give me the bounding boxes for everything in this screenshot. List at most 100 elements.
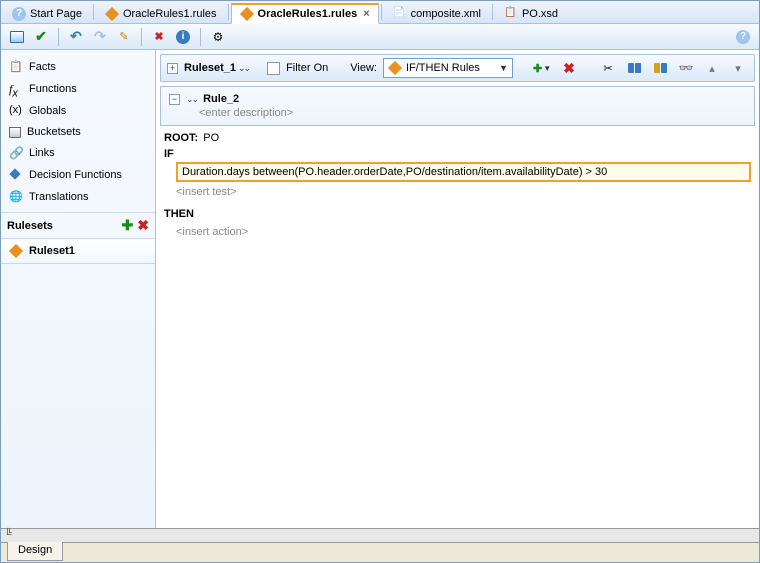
edit-button[interactable]: ✎ bbox=[114, 27, 134, 47]
tab-oraclerules1[interactable]: OracleRules1.rules bbox=[96, 3, 226, 24]
root-label: ROOT: bbox=[164, 132, 198, 144]
scissors-icon: ✂ bbox=[603, 62, 612, 75]
close-icon[interactable]: × bbox=[363, 8, 369, 20]
sidebar-item-globals[interactable]: (x) Globals bbox=[1, 100, 155, 122]
toolbar-separator bbox=[200, 28, 201, 46]
diamond-icon bbox=[105, 7, 119, 21]
settings-button[interactable]: ⚙ bbox=[208, 27, 228, 47]
sidebar-item-links[interactable]: 🔗 Links bbox=[1, 142, 155, 164]
sidebar-item-facts[interactable]: 📋 Facts bbox=[1, 56, 155, 78]
tab-label: Start Page bbox=[30, 8, 82, 20]
diamond-icon bbox=[9, 244, 23, 258]
tab-start-page[interactable]: ? Start Page bbox=[3, 3, 91, 24]
condition-row[interactable]: Duration.days between(PO.header.orderDat… bbox=[176, 162, 751, 182]
diamond-icon bbox=[388, 61, 402, 75]
redo-icon: ↷ bbox=[94, 28, 106, 45]
filter-checkbox[interactable] bbox=[267, 62, 280, 75]
plus-icon: ✚ bbox=[533, 62, 542, 75]
rule-description[interactable]: <enter description> bbox=[199, 107, 746, 119]
add-ruleset-button[interactable]: ✚ bbox=[122, 217, 134, 234]
insert-action[interactable]: <insert action> bbox=[176, 226, 751, 238]
status-strip: ╚ bbox=[1, 528, 759, 542]
chevron-down-icon: ⌄⌄ bbox=[238, 63, 249, 74]
copy-button[interactable] bbox=[624, 58, 644, 78]
paste-button[interactable] bbox=[650, 58, 670, 78]
cut-button[interactable]: ✂ bbox=[598, 58, 618, 78]
toggle-view-button[interactable]: 👓 bbox=[676, 58, 696, 78]
help-icon: ? bbox=[736, 30, 750, 44]
sidebar-item-label: Bucketsets bbox=[27, 126, 81, 138]
view-value: IF/THEN Rules bbox=[406, 62, 480, 74]
rule-body: ROOT: PO IF Duration.days between(PO.hea… bbox=[160, 126, 755, 242]
sidebar-item-bucketsets[interactable]: Bucketsets bbox=[1, 122, 155, 142]
if-label: IF bbox=[164, 148, 751, 160]
diamond-icon bbox=[240, 7, 254, 21]
decision-icon bbox=[9, 168, 23, 182]
info-button[interactable]: i bbox=[173, 27, 193, 47]
tab-oraclerules1-active[interactable]: OracleRules1.rules × bbox=[231, 3, 379, 24]
chevron-down-icon: ▼ bbox=[499, 63, 508, 73]
chevron-up-icon: ▴ bbox=[709, 62, 715, 75]
delete-icon: ✖ bbox=[154, 30, 163, 43]
translations-icon: 🌐 bbox=[9, 190, 23, 204]
gear-icon: ⚙ bbox=[213, 30, 224, 44]
main-toolbar: ✔ ↶ ↷ ✎ ✖ i ⚙ ? bbox=[1, 24, 759, 50]
sidebar: 📋 Facts fx Functions (x) Globals Buckets… bbox=[1, 50, 156, 528]
toolbar-separator bbox=[58, 28, 59, 46]
help-icon: ? bbox=[12, 7, 26, 21]
globals-icon: (x) bbox=[9, 104, 23, 118]
design-tab[interactable]: Design bbox=[7, 542, 63, 561]
undo-icon: ↶ bbox=[70, 28, 82, 45]
rulesets-header: Rulesets ✚ ✖ bbox=[1, 212, 155, 238]
edit-icon: ✎ bbox=[119, 30, 128, 43]
link-icon: 🔗 bbox=[9, 146, 23, 160]
move-down-button[interactable]: ▾ bbox=[728, 58, 748, 78]
collapse-button[interactable]: − bbox=[169, 94, 180, 105]
sidebar-item-label: Functions bbox=[29, 83, 77, 95]
tab-separator bbox=[381, 4, 382, 20]
undo-button[interactable]: ↶ bbox=[66, 27, 86, 47]
sidebar-item-label: Links bbox=[29, 147, 55, 159]
tab-label: PO.xsd bbox=[522, 8, 558, 20]
expand-button[interactable]: + bbox=[167, 63, 178, 74]
bucket-icon bbox=[9, 127, 21, 138]
help-button[interactable]: ? bbox=[733, 27, 753, 47]
chevron-down-icon: ▾ bbox=[735, 62, 741, 75]
rulesets-label: Rulesets bbox=[7, 220, 53, 232]
then-label: THEN bbox=[164, 208, 751, 220]
ruleset-dropdown[interactable]: Ruleset_1 ⌄⌄ bbox=[184, 62, 249, 74]
delete-ruleset-button[interactable]: ✖ bbox=[137, 217, 149, 234]
dictionary-button[interactable] bbox=[7, 27, 27, 47]
validate-button[interactable]: ✔ bbox=[31, 27, 51, 47]
glasses-icon: 👓 bbox=[679, 61, 694, 75]
ruleset-item[interactable]: Ruleset1 bbox=[1, 238, 155, 264]
view-select[interactable]: IF/THEN Rules ▼ bbox=[383, 58, 513, 78]
sidebar-item-label: Facts bbox=[29, 61, 56, 73]
info-icon: i bbox=[176, 30, 190, 44]
sidebar-item-decision-functions[interactable]: Decision Functions bbox=[1, 164, 155, 186]
redo-button[interactable]: ↷ bbox=[90, 27, 110, 47]
tab-separator bbox=[492, 4, 493, 20]
tab-separator bbox=[93, 4, 94, 20]
tab-composite-xml[interactable]: 📄 composite.xml bbox=[384, 3, 490, 24]
ruleset-label: Ruleset1 bbox=[29, 245, 75, 257]
root-value[interactable]: PO bbox=[203, 132, 219, 144]
toolbar-separator bbox=[141, 28, 142, 46]
sidebar-item-translations[interactable]: 🌐 Translations bbox=[1, 186, 155, 208]
tab-po-xsd[interactable]: 📋 PO.xsd bbox=[495, 3, 567, 24]
ruleset-name: Ruleset_1 bbox=[184, 62, 236, 74]
chevron-down-icon[interactable]: ⌄⌄ bbox=[186, 94, 197, 105]
insert-test[interactable]: <insert test> bbox=[176, 186, 751, 198]
sidebar-item-functions[interactable]: fx Functions bbox=[1, 78, 155, 100]
check-icon: ✔ bbox=[35, 28, 47, 45]
editor-tabs: ? Start Page OracleRules1.rules OracleRu… bbox=[1, 1, 759, 24]
move-up-button[interactable]: ▴ bbox=[702, 58, 722, 78]
sidebar-item-label: Globals bbox=[29, 105, 66, 117]
delete-rule-button[interactable]: ✖ bbox=[563, 60, 575, 77]
book-icon bbox=[10, 31, 24, 43]
add-rule-button[interactable]: ✚ ▼ bbox=[533, 62, 551, 75]
paste-icon bbox=[654, 63, 667, 73]
delete-button[interactable]: ✖ bbox=[149, 27, 169, 47]
tab-separator bbox=[228, 4, 229, 20]
chevron-down-icon: ▼ bbox=[543, 64, 551, 73]
